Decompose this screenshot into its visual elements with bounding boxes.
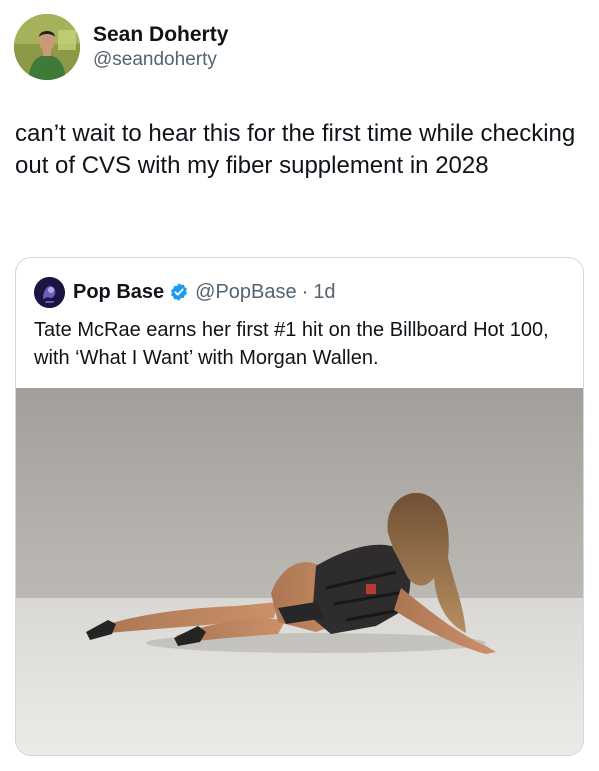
verified-badge-icon xyxy=(171,283,188,301)
avatar[interactable] xyxy=(14,14,80,80)
tweet: Sean Doherty @seandoherty can’t wait to … xyxy=(0,0,599,771)
author-display-name[interactable]: Sean Doherty xyxy=(93,22,228,47)
photo-image xyxy=(16,388,583,755)
separator-dot: · xyxy=(301,280,309,303)
author-handle[interactable]: @seandoherty xyxy=(93,47,228,72)
tweet-text: can’t wait to hear this for the first ti… xyxy=(15,120,582,179)
quoted-author-avatar[interactable] xyxy=(34,276,65,308)
author-meta: Sean Doherty @seandoherty xyxy=(93,22,228,72)
tweet-author[interactable]: Sean Doherty @seandoherty xyxy=(14,12,228,82)
avatar-photo xyxy=(14,14,80,80)
quoted-tweet-time[interactable]: 1d xyxy=(313,281,335,304)
quoted-author-handle[interactable]: @PopBase xyxy=(195,281,296,304)
quoted-avatar-graphic xyxy=(34,276,65,308)
quoted-tweet-card[interactable]: Pop Base @PopBase · 1d Tate McRae earns … xyxy=(15,257,584,756)
quoted-tweet-text: Tate McRae earns her first #1 hit on the… xyxy=(34,319,549,369)
quoted-tweet-header: Pop Base @PopBase · 1d xyxy=(34,276,336,308)
quoted-tweet-photo[interactable] xyxy=(16,388,583,755)
quoted-author-display-name[interactable]: Pop Base xyxy=(73,281,164,304)
